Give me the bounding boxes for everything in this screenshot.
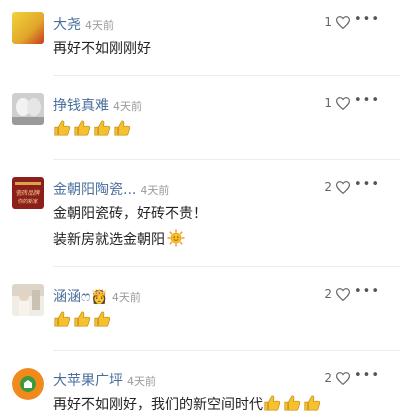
- thumbs-up-icon: [54, 120, 71, 136]
- like-count: 2: [324, 287, 332, 301]
- like-count: 2: [324, 180, 332, 194]
- comment-time: 4天前: [111, 291, 141, 304]
- comment-item-3: 瓷砖品牌 你的新家 金朝阳陶瓷... 4天前 2 ••• 金朝阳瓷砖，好砖不贵！ …: [0, 177, 400, 259]
- comment-text: 金朝阳瓷砖，好砖不贵！ 装新房就选金朝阳: [53, 201, 207, 253]
- avatar[interactable]: [12, 368, 44, 400]
- like-button[interactable]: 2: [324, 180, 350, 194]
- username-text[interactable]: 涵涵ෆ: [53, 289, 90, 305]
- like-count: 1: [324, 15, 332, 29]
- thumbs-up-icon: [74, 311, 91, 327]
- avatar[interactable]: [12, 93, 44, 125]
- username-text[interactable]: 挣钱真难: [53, 98, 109, 114]
- username-text[interactable]: 大苹果广坪: [53, 373, 123, 389]
- heart-icon: [336, 96, 350, 110]
- comment-time: 4天前: [85, 19, 114, 32]
- comment-time: 4天前: [140, 184, 170, 197]
- divider: [53, 266, 400, 267]
- thumbs-up-icon: [94, 311, 111, 327]
- comment-text-line: 装新房就选金朝阳: [53, 227, 207, 253]
- comment-text-span: 再好不如刚好，我们的新空间时代: [53, 397, 263, 413]
- like-count: 1: [324, 96, 332, 110]
- username-text[interactable]: 大尧: [53, 17, 81, 33]
- thumbs-up-icon: [264, 395, 281, 411]
- comment-item-2: 挣钱真难 4天前 1 •••: [0, 93, 400, 145]
- comment-item-4: 涵涵ෆ👸 4天前 2 •••: [0, 284, 400, 336]
- svg-text:你的新家: 你的新家: [18, 198, 38, 205]
- thumbs-up-icon: [74, 120, 91, 136]
- username-text[interactable]: 金朝阳陶瓷...: [53, 182, 136, 198]
- thumbs-up-icon: [54, 311, 71, 327]
- heart-icon: [336, 15, 350, 29]
- thumbs-up-icon: [94, 120, 111, 136]
- svg-text:瓷砖品牌: 瓷砖品牌: [16, 189, 40, 197]
- like-button[interactable]: 2: [324, 371, 350, 385]
- comment-text-line: 金朝阳瓷砖，好砖不贵！: [53, 206, 207, 222]
- thumbs-up-icon: [114, 120, 131, 136]
- comment-text-span: 装新房就选金朝阳: [53, 232, 165, 248]
- thumbs-up-icon: [304, 395, 321, 411]
- comment-time: 4天前: [127, 375, 156, 388]
- thumbs-up-icon: [284, 395, 301, 411]
- comment-text: 再好不如刚好，我们的新空间时代: [53, 392, 323, 418]
- username[interactable]: 涵涵ෆ👸 4天前: [53, 286, 141, 306]
- like-button[interactable]: 1: [324, 15, 350, 29]
- comment-emojis: [53, 308, 113, 334]
- heart-icon: [336, 180, 350, 194]
- more-options-icon[interactable]: •••: [354, 12, 380, 27]
- more-options-icon[interactable]: •••: [354, 93, 380, 108]
- divider: [53, 75, 400, 76]
- avatar[interactable]: [12, 12, 44, 44]
- divider: [53, 159, 400, 160]
- comment-text: 再好不如刚刚好: [53, 41, 151, 57]
- comment-time: 4天前: [113, 100, 142, 113]
- more-options-icon[interactable]: •••: [354, 177, 380, 192]
- like-button[interactable]: 2: [324, 287, 350, 301]
- comment-item-1: 大尧 4天前 1 ••• 再好不如刚刚好: [0, 12, 400, 68]
- princess-emoji: 👸: [90, 289, 108, 305]
- avatar[interactable]: [12, 284, 44, 316]
- avatar[interactable]: 瓷砖品牌 你的新家: [12, 177, 44, 209]
- heart-icon: [336, 371, 350, 385]
- username[interactable]: 大苹果广坪 4天前: [53, 370, 156, 390]
- username[interactable]: 大尧 4天前: [53, 14, 114, 34]
- like-button[interactable]: 1: [324, 96, 350, 110]
- more-options-icon[interactable]: •••: [354, 284, 380, 299]
- divider: [53, 350, 400, 351]
- comment-emojis: [53, 117, 133, 143]
- like-count: 2: [324, 371, 332, 385]
- comment-item-5: 大苹果广坪 4天前 2 ••• 再好不如刚好，我们的新空间时代: [0, 368, 400, 418]
- username[interactable]: 金朝阳陶瓷... 4天前: [53, 179, 169, 199]
- more-options-icon[interactable]: •••: [354, 368, 380, 383]
- username[interactable]: 挣钱真难 4天前: [53, 95, 142, 115]
- sun-icon: [167, 229, 185, 247]
- heart-icon: [336, 287, 350, 301]
